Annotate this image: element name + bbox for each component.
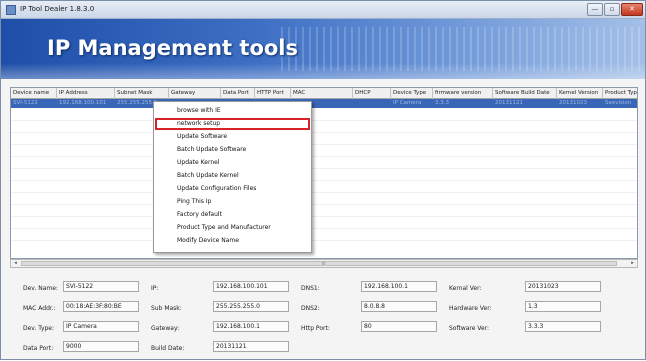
banner-glow [1, 63, 645, 79]
grid-line [11, 144, 637, 145]
scrollbar-thumb[interactable]: III [21, 261, 617, 266]
kernel-ver-label: Kernal Ver: [449, 285, 482, 292]
maximize-button[interactable]: ▫ [604, 3, 620, 16]
menu-item-batch-update-kernel[interactable]: Batch Update Kernel [155, 170, 310, 182]
context-menu: browse with IE network setup Update Soft… [153, 101, 312, 253]
title-bar: IP Tool Dealer 1.8.3.0 — ▫ ✕ [1, 1, 645, 19]
table-header: Device name IP Address Subnet Mask Gatew… [11, 88, 637, 99]
menu-item-highlight [155, 118, 310, 130]
ip-label: IP: [151, 285, 159, 292]
dev-type-label: Dev. Type: [23, 325, 55, 332]
dev-type-field[interactable]: IP Camera [63, 321, 139, 332]
column-header-device-type[interactable]: Device Type [391, 88, 433, 99]
grid-line [11, 180, 637, 181]
mac-addr-field[interactable]: 00:18:AE:3F:80:BE [63, 301, 139, 312]
sub-mask-field[interactable]: 255.255.255.0 [213, 301, 289, 312]
cell-device-type: IP Camera [393, 100, 422, 106]
header-banner: IP Management tools [1, 19, 645, 79]
data-port-field[interactable]: 9000 [63, 341, 139, 352]
menu-item-modify-device-name[interactable]: Modify Device Name [155, 235, 310, 247]
device-details-panel: Dev. Name: SVI-5122 MAC Addr.: 00:18:AE:… [1, 271, 645, 361]
column-header-device-name[interactable]: Device name [11, 88, 57, 99]
menu-item-product-type-and-manufacturer[interactable]: Product Type and Manufacturer [155, 222, 310, 234]
http-port-label: Http Port: [301, 325, 330, 332]
cell-device-name: SVI-5122 [13, 100, 38, 106]
grid-line [11, 228, 637, 229]
cell-kernel-version: 20131023 [559, 100, 587, 106]
cell-product-type: Seevision [605, 100, 632, 106]
grid-line [11, 204, 637, 205]
software-ver-label: Software Ver: [449, 325, 490, 332]
grid-line [11, 120, 637, 121]
scrollbar-grip-icon: III [322, 261, 326, 266]
column-header-product-type[interactable]: Product Type [603, 88, 637, 99]
grid-line [11, 156, 637, 157]
dns2-field[interactable]: 8.0.8.8 [361, 301, 437, 312]
device-table[interactable]: Device name IP Address Subnet Mask Gatew… [10, 87, 638, 259]
build-date-field[interactable]: 20131121 [213, 341, 289, 352]
close-button[interactable]: ✕ [621, 3, 643, 16]
horizontal-scrollbar[interactable]: ◂ III ▸ [10, 259, 638, 268]
column-header-data-port[interactable]: Data Port [221, 88, 255, 99]
dev-name-field[interactable]: SVI-5122 [63, 281, 139, 292]
cell-firmware-version: 3.3.3 [435, 100, 449, 106]
menu-item-ping-this-ip[interactable]: Ping This Ip [155, 196, 310, 208]
grid-line [11, 168, 637, 169]
grid-line [11, 192, 637, 193]
minimize-button[interactable]: — [587, 3, 603, 16]
sub-mask-label: Sub Mask: [151, 305, 182, 312]
banner-title: IP Management tools [47, 36, 298, 60]
dev-name-label: Dev. Name: [23, 285, 58, 292]
app-icon [6, 5, 16, 15]
cell-ip-address: 192.168.100.101 [59, 100, 107, 106]
software-ver-field[interactable]: 3.3.3 [525, 321, 601, 332]
hardware-ver-field[interactable]: 1.3 [525, 301, 601, 312]
grid-line [11, 240, 637, 241]
http-port-field[interactable]: 80 [361, 321, 437, 332]
column-header-ip-address[interactable]: IP Address [57, 88, 115, 99]
menu-item-update-configuration-files[interactable]: Update Configuration Files [155, 183, 310, 195]
app-window: IP Tool Dealer 1.8.3.0 — ▫ ✕ IP Manageme… [0, 0, 646, 360]
column-header-mac[interactable]: MAC [291, 88, 353, 99]
dns2-label: DNS2: [301, 305, 320, 312]
scroll-right-icon[interactable]: ▸ [628, 260, 637, 267]
window-title: IP Tool Dealer 1.8.3.0 [20, 5, 95, 13]
menu-item-browse-with-ie[interactable]: browse with IE [155, 105, 310, 117]
hardware-ver-label: Hardware Ver: [449, 305, 492, 312]
menu-item-update-kernel[interactable]: Update Kernel [155, 157, 310, 169]
column-header-software-build-date[interactable]: Software Build Date [493, 88, 557, 99]
gateway-field[interactable]: 192.168.100.1 [213, 321, 289, 332]
menu-item-update-software[interactable]: Update Software [155, 131, 310, 143]
cell-software-build-date: 20131121 [495, 100, 523, 106]
build-date-label: Build Date: [151, 345, 185, 352]
scroll-left-icon[interactable]: ◂ [11, 260, 20, 267]
column-header-firmware-version[interactable]: firmware version [433, 88, 493, 99]
kernel-ver-field[interactable]: 20131023 [525, 281, 601, 292]
data-port-label: Data Port: [23, 345, 54, 352]
dns1-field[interactable]: 192.168.100.1 [361, 281, 437, 292]
ip-field[interactable]: 192.168.100.101 [213, 281, 289, 292]
dns1-label: DNS1: [301, 285, 320, 292]
menu-item-batch-update-software[interactable]: Batch Update Software [155, 144, 310, 156]
column-header-gateway[interactable]: Gateway [169, 88, 221, 99]
column-header-dhcp[interactable]: DHCP [353, 88, 391, 99]
grid-line [11, 132, 637, 133]
gateway-label: Gateway: [151, 325, 180, 332]
grid-line [11, 216, 637, 217]
column-header-http-port[interactable]: HTTP Port [255, 88, 291, 99]
mac-addr-label: MAC Addr.: [23, 305, 56, 312]
menu-item-factory-default[interactable]: Factory default [155, 209, 310, 221]
column-header-kernel-version[interactable]: Kernel Version [557, 88, 603, 99]
column-header-subnet-mask[interactable]: Subnet Mask [115, 88, 169, 99]
